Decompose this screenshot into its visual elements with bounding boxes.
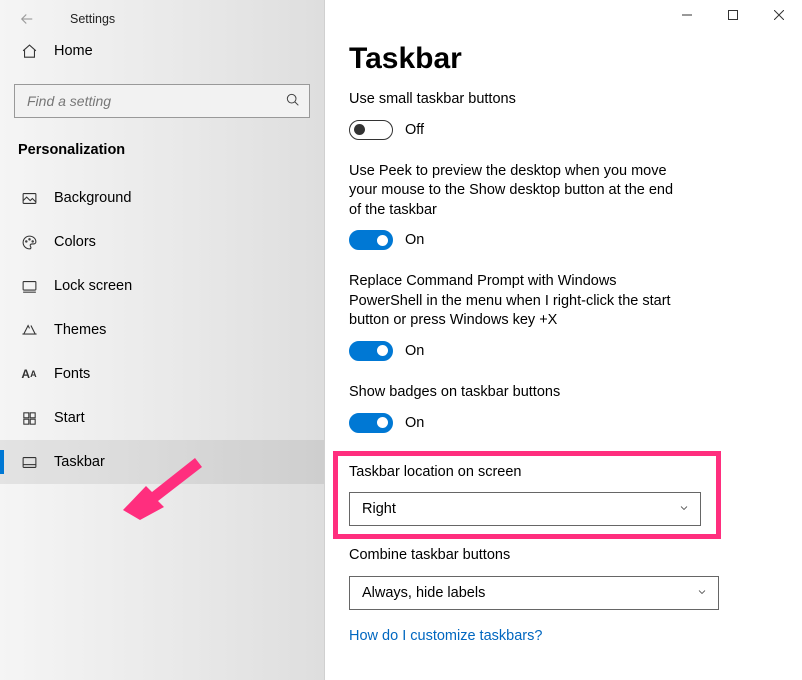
toggle-small-buttons[interactable]: Off [349,120,778,140]
toggle-peek[interactable]: On [349,230,778,250]
setting-combine: Combine taskbar buttons Always, hide lab… [349,546,778,610]
sidebar-item-fonts[interactable]: AA Fonts [0,352,324,396]
sidebar-item-background[interactable]: Background [0,176,324,220]
sidebar-item-label: Lock screen [54,278,132,294]
sidebar-item-label: Colors [54,234,96,250]
setting-label: Combine taskbar buttons [349,546,679,566]
minimize-button[interactable] [664,0,710,30]
setting-small-buttons: Use small taskbar buttons Off [349,90,778,140]
main-content: Taskbar Use small taskbar buttons Off Us… [325,0,802,680]
dropdown-taskbar-location[interactable]: Right [349,492,701,526]
sidebar-item-lockscreen[interactable]: Lock screen [0,264,324,308]
taskbar-icon [20,453,38,471]
toggle-value: On [405,415,424,431]
lockscreen-icon [20,277,38,295]
sidebar-item-label: Taskbar [54,454,105,470]
sidebar-item-label: Fonts [54,366,90,382]
toggle-powershell[interactable]: On [349,341,778,361]
image-icon [20,189,38,207]
setting-label: Replace Command Prompt with Windows Powe… [349,272,679,331]
search-input[interactable] [25,92,285,110]
setting-label: Use Peek to preview the desktop when you… [349,162,679,221]
sidebar-item-label: Start [54,410,85,426]
setting-label: Use small taskbar buttons [349,90,679,110]
setting-badges: Show badges on taskbar buttons On [349,383,778,433]
help-link[interactable]: How do I customize taskbars? [349,628,778,644]
setting-label: Show badges on taskbar buttons [349,383,679,403]
close-button[interactable] [756,0,802,30]
dropdown-combine-buttons[interactable]: Always, hide labels [349,576,719,610]
sidebar-item-start[interactable]: Start [0,396,324,440]
toggle-value: On [405,232,424,248]
titlebar [664,0,802,30]
window-title: Settings [70,12,115,26]
settings-app: Settings Home Personalization Background [0,0,802,680]
sidebar-item-themes[interactable]: Themes [0,308,324,352]
setting-label: Taskbar location on screen [349,463,679,483]
section-header: Personalization [0,124,324,176]
toggle-badges[interactable]: On [349,413,778,433]
toggle-value: On [405,343,424,359]
sidebar-item-label: Themes [54,322,106,338]
setting-peek: Use Peek to preview the desktop when you… [349,162,778,251]
maximize-button[interactable] [710,0,756,30]
search-icon [285,92,301,111]
sidebar-item-colors[interactable]: Colors [0,220,324,264]
sidebar-item-label: Background [54,190,131,206]
home-icon [20,42,38,60]
search-box[interactable] [14,84,310,118]
chevron-down-icon [678,501,690,517]
setting-powershell: Replace Command Prompt with Windows Powe… [349,272,778,361]
sidebar: Settings Home Personalization Background [0,0,325,680]
start-icon [20,409,38,427]
dropdown-value: Always, hide labels [362,585,485,601]
chevron-down-icon [696,585,708,601]
sidebar-item-taskbar[interactable]: Taskbar [0,440,324,484]
home-label: Home [54,43,93,59]
setting-location: Taskbar location on screen Right [349,455,778,533]
dropdown-value: Right [362,501,396,517]
fonts-icon: AA [20,365,38,383]
back-arrow-icon [18,10,36,28]
toggle-value: Off [405,122,424,138]
themes-icon [20,321,38,339]
palette-icon [20,233,38,251]
home-nav-item[interactable]: Home [0,28,324,74]
back-button[interactable]: Settings [0,8,324,28]
